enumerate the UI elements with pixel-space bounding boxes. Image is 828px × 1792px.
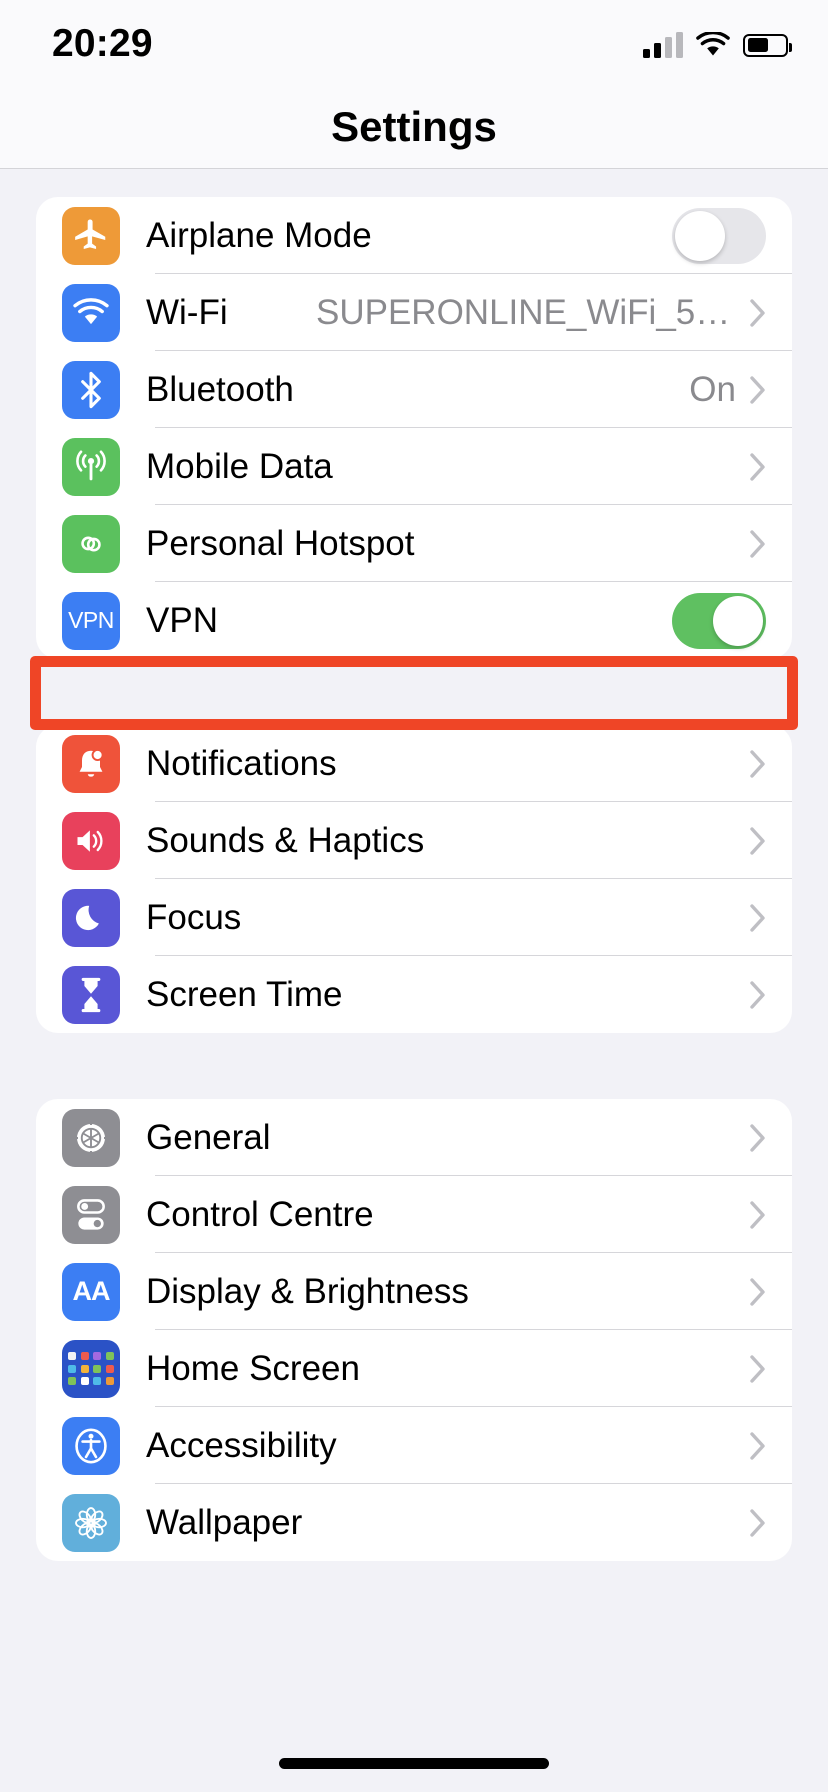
settings-group-alerts: Notifications Sounds & Haptics Focus Scr… (36, 725, 792, 1033)
settings-screen: 20:29 Settings Airplane Mode Wi-Fi SUPER… (0, 0, 828, 1792)
chevron-right-icon (750, 749, 766, 778)
bluetooth-status-value: On (689, 369, 736, 409)
settings-row-display-brightness[interactable]: AA Display & Brightness (36, 1253, 792, 1330)
chevron-right-icon (750, 298, 766, 327)
settings-group-connectivity: Airplane Mode Wi-Fi SUPERONLINE_WiFi_5G_… (36, 197, 792, 659)
chevron-right-icon (750, 903, 766, 932)
wifi-network-value: SUPERONLINE_WiFi_5G_6... (316, 292, 736, 332)
settings-row-personal-hotspot[interactable]: Personal Hotspot (36, 505, 792, 582)
settings-row-label: Focus (146, 897, 242, 937)
settings-row-airplane-mode[interactable]: Airplane Mode (36, 197, 792, 274)
settings-row-label: Wallpaper (146, 1502, 303, 1542)
chevron-right-icon (750, 980, 766, 1009)
gear-icon (62, 1108, 120, 1167)
hourglass-icon (62, 965, 120, 1024)
battery-icon (743, 33, 792, 57)
settings-row-sounds-haptics[interactable]: Sounds & Haptics (36, 802, 792, 879)
bluetooth-icon (62, 360, 120, 419)
airplane-mode-toggle[interactable] (672, 207, 766, 264)
settings-row-label: Mobile Data (146, 446, 333, 486)
wifi-icon (696, 32, 730, 56)
settings-row-label: Bluetooth (146, 369, 294, 409)
settings-group-system: General Control Centre AA Display & Brig… (36, 1099, 792, 1561)
settings-row-home-screen[interactable]: Home Screen (36, 1330, 792, 1407)
navigation-bar: Settings (0, 92, 828, 169)
chevron-right-icon (750, 375, 766, 404)
status-bar-time: 20:29 (52, 22, 153, 65)
vpn-toggle[interactable] (672, 592, 766, 649)
chevron-right-icon (750, 1200, 766, 1229)
chevron-right-icon (750, 1354, 766, 1383)
app-grid-icon (62, 1339, 120, 1398)
chevron-right-icon (750, 1431, 766, 1460)
settings-row-bluetooth[interactable]: Bluetooth On (36, 351, 792, 428)
settings-row-control-centre[interactable]: Control Centre (36, 1176, 792, 1253)
notifications-bell-icon (62, 734, 120, 793)
home-indicator[interactable] (279, 1758, 549, 1769)
text-size-aa-icon: AA (62, 1262, 120, 1321)
chevron-right-icon (750, 452, 766, 481)
settings-row-general[interactable]: General (36, 1099, 792, 1176)
accessibility-icon (62, 1416, 120, 1475)
settings-row-label: Sounds & Haptics (146, 820, 425, 860)
settings-row-label: Control Centre (146, 1194, 374, 1234)
settings-row-label: Screen Time (146, 974, 343, 1014)
sliders-icon (62, 1185, 120, 1244)
wifi-icon (62, 283, 120, 342)
settings-row-label: Personal Hotspot (146, 523, 415, 563)
vpn-icon: VPN (62, 591, 120, 650)
settings-row-screen-time[interactable]: Screen Time (36, 956, 792, 1033)
settings-row-label: Airplane Mode (146, 215, 372, 255)
settings-row-label: Display & Brightness (146, 1271, 469, 1311)
settings-row-label: Notifications (146, 743, 337, 783)
settings-row-notifications[interactable]: Notifications (36, 725, 792, 802)
moon-icon (62, 888, 120, 947)
settings-row-mobile-data[interactable]: Mobile Data (36, 428, 792, 505)
settings-row-accessibility[interactable]: Accessibility (36, 1407, 792, 1484)
settings-row-label: Home Screen (146, 1348, 360, 1388)
page-title: Settings (331, 103, 497, 150)
personal-hotspot-icon (62, 514, 120, 573)
settings-list[interactable]: Airplane Mode Wi-Fi SUPERONLINE_WiFi_5G_… (0, 170, 828, 1561)
chevron-right-icon (750, 1508, 766, 1537)
chevron-right-icon (750, 1277, 766, 1306)
settings-row-wifi[interactable]: Wi-Fi SUPERONLINE_WiFi_5G_6... (36, 274, 792, 351)
chevron-right-icon (750, 529, 766, 558)
settings-row-label: VPN (146, 600, 218, 640)
cellular-signal-icon (643, 32, 683, 58)
chevron-right-icon (750, 826, 766, 855)
settings-row-label: General (146, 1117, 271, 1157)
speaker-icon (62, 811, 120, 870)
wallpaper-flower-icon (62, 1493, 120, 1552)
settings-row-wallpaper[interactable]: Wallpaper (36, 1484, 792, 1561)
mobile-data-icon (62, 437, 120, 496)
settings-row-vpn[interactable]: VPN VPN (36, 582, 792, 659)
airplane-icon (62, 206, 120, 265)
settings-row-label: Wi-Fi (146, 292, 228, 332)
status-bar-indicators (643, 28, 792, 62)
settings-row-label: Accessibility (146, 1425, 337, 1465)
settings-row-focus[interactable]: Focus (36, 879, 792, 956)
status-bar: 20:29 (0, 0, 828, 92)
chevron-right-icon (750, 1123, 766, 1152)
